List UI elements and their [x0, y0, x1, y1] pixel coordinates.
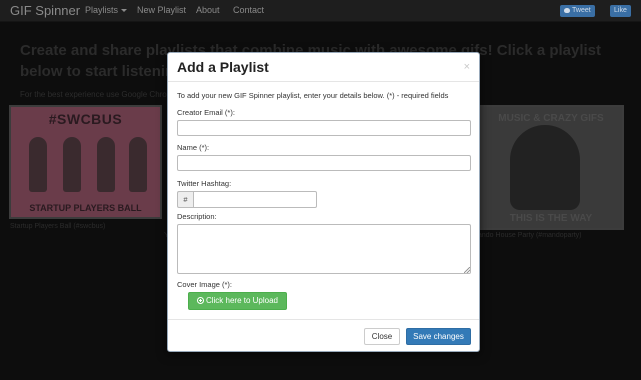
- modal-intro-text: To add your new GIF Spinner playlist, en…: [177, 91, 449, 100]
- tweet-button[interactable]: Tweet: [560, 5, 595, 17]
- nav-playlists-dropdown[interactable]: Playlists: [85, 5, 128, 15]
- email-label: Creator Email (*):: [177, 108, 235, 117]
- like-label: Like: [614, 7, 627, 14]
- tweet-label: Tweet: [572, 7, 591, 14]
- plus-circle-icon: [196, 297, 204, 304]
- description-field[interactable]: [177, 224, 471, 274]
- upload-cover-button[interactable]: Click here to Upload: [188, 292, 287, 310]
- chevron-down-icon: [121, 9, 128, 13]
- close-button[interactable]: Close: [364, 328, 400, 345]
- resize-handle-icon[interactable]: [464, 267, 470, 273]
- thumbnail-caption-text: STARTUP PLAYERS BALL: [29, 203, 142, 213]
- name-label: Name (*):: [177, 143, 210, 152]
- playlist-thumbnail-mandoparty[interactable]: MUSIC & CRAZY GIFS THIS IS THE WAY: [478, 105, 624, 230]
- email-field[interactable]: [177, 120, 471, 136]
- playlist-thumbnail-swcbus[interactable]: #SWCBUS STARTUP PLAYERS BALL: [9, 105, 162, 219]
- runner-figure: [97, 137, 115, 192]
- runner-figure: [129, 137, 147, 192]
- nav-contact[interactable]: Contact: [233, 5, 264, 15]
- cover-image-label: Cover Image (*):: [177, 280, 233, 289]
- hashtag-prefix: #: [177, 191, 193, 208]
- nav-new-playlist[interactable]: New Playlist: [137, 5, 186, 15]
- hashtag-label: Twitter Hashtag:: [177, 179, 232, 188]
- nav-playlists-label: Playlists: [85, 5, 119, 15]
- modal-footer: Close Save changes: [168, 319, 479, 351]
- nav-about[interactable]: About: [196, 5, 220, 15]
- runner-figure: [63, 137, 81, 192]
- playlist-title-mandoparty[interactable]: ando House Party (#mandoparty): [478, 232, 640, 239]
- brand-logo[interactable]: GIF Spinner: [10, 3, 80, 18]
- like-button[interactable]: Like: [610, 5, 631, 17]
- hashtag-field[interactable]: [193, 191, 317, 208]
- runner-figure: [29, 137, 47, 192]
- browser-hint: For the best experience use Google Chrom…: [20, 90, 178, 99]
- description-label: Description:: [177, 212, 217, 221]
- twitter-bird-icon: [564, 7, 570, 13]
- modal-header: Add a Playlist ×: [168, 53, 479, 82]
- thumbnail-bottom-text: THIS IS THE WAY: [509, 213, 593, 224]
- top-navbar: GIF Spinner Playlists New Playlist About…: [0, 0, 641, 22]
- add-playlist-modal: Add a Playlist × To add your new GIF Spi…: [167, 52, 480, 352]
- save-changes-button[interactable]: Save changes: [406, 328, 471, 345]
- thumbnail-top-text: MUSIC & CRAZY GIFS: [498, 113, 604, 124]
- thumbnail-hashtag-text: #SWCBUS: [48, 111, 123, 127]
- close-icon[interactable]: ×: [464, 61, 470, 73]
- upload-button-label: Click here to Upload: [205, 296, 279, 305]
- name-field[interactable]: [177, 155, 471, 171]
- helmet-figure: [510, 125, 580, 210]
- modal-title: Add a Playlist: [177, 59, 269, 75]
- playlist-title-swcbus[interactable]: Startup Players Ball (#swcbus): [10, 223, 105, 230]
